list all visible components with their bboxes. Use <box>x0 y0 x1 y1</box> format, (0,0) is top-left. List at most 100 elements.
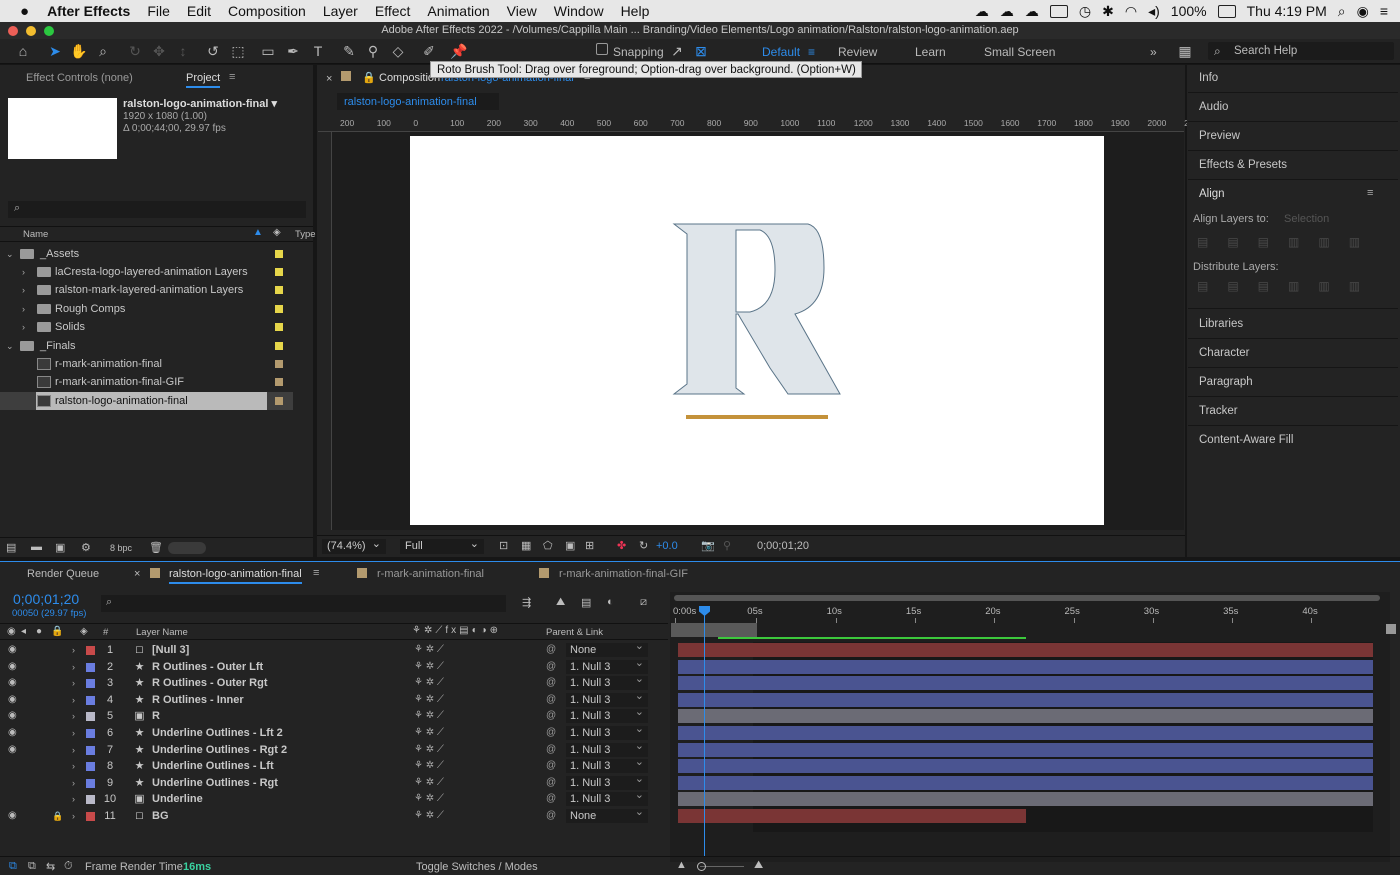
layer-duration-bar[interactable] <box>678 726 1373 740</box>
layer-row[interactable]: ◉ › 3 ★ R Outlines - Outer Rgt ⚘ ✲ ⟋ @1. Null … <box>0 672 668 691</box>
tab-r-mark-animation-final-gif[interactable]: r-mark-animation-final-GIF <box>559 568 688 580</box>
menu-window[interactable]: Window <box>554 3 604 19</box>
label-color-swatch[interactable] <box>275 268 283 276</box>
menu-animation[interactable]: Animation <box>427 3 489 19</box>
battery-icon[interactable] <box>1217 4 1236 18</box>
align-buttons[interactable]: ▤▤▤▥▥▥ <box>1197 235 1387 249</box>
close-window-button[interactable] <box>8 26 18 36</box>
layer-name[interactable]: BG <box>152 808 169 824</box>
folder-row[interactable]: ⌄ _Assets <box>0 245 293 263</box>
zoom-select[interactable]: (74.4%) ⌄ <box>322 538 386 554</box>
snapping-checkbox[interactable] <box>596 43 608 55</box>
frame-blending-icon[interactable]: ◐ <box>607 596 614 608</box>
expand-arrow-icon[interactable]: › <box>72 692 75 708</box>
interpret-footage-icon[interactable]: ▤ <box>6 541 16 554</box>
folder-row[interactable]: › Solids <box>0 318 293 336</box>
workspace-small-screen[interactable]: Small Screen <box>984 45 1055 59</box>
expand-arrow-icon[interactable]: › <box>72 708 75 724</box>
panel-preview[interactable]: Preview <box>1199 130 1240 142</box>
mask-visibility-icon[interactable]: ⬠ <box>543 539 553 552</box>
workspace-default[interactable]: Default <box>762 45 800 59</box>
clock-text[interactable]: Thu 4:19 PM <box>1247 3 1327 19</box>
layer-label-swatch[interactable] <box>86 795 95 805</box>
layer-switches[interactable]: ⚘ ✲ ⟋ <box>414 775 444 791</box>
close-tab-icon[interactable]: × <box>134 568 140 580</box>
layer-switches[interactable]: ⚘ ✲ ⟋ <box>414 791 444 807</box>
region-of-interest-icon[interactable]: ▣ <box>565 539 575 552</box>
comp-mini-flowchart-icon[interactable]: ⇶ <box>522 596 531 609</box>
layer-switches[interactable]: ⚘ ✲ ⟋ <box>414 642 444 658</box>
layer-label-swatch[interactable] <box>86 695 95 705</box>
roto-brush-tool-icon[interactable]: ✐ <box>420 42 438 60</box>
panel-info[interactable]: Info <box>1199 72 1218 84</box>
pick-whip-icon[interactable]: @ <box>546 659 556 675</box>
siri-icon[interactable]: ◉ <box>1357 3 1369 20</box>
layer-duration-bar[interactable] <box>678 692 1373 707</box>
folder-row[interactable]: › laCresta-logo-layered-animation Layers <box>0 263 293 281</box>
layer-row[interactable]: › 10 ▣ Underline ⚘ ✲ ⟋ @1. Null 3 <box>0 788 668 807</box>
sort-ascending-icon[interactable]: ▲ <box>253 227 263 238</box>
reset-exposure-icon[interactable]: ↻ <box>639 539 648 552</box>
rotation-tool-icon[interactable]: ↺ <box>204 42 222 60</box>
layer-switches[interactable]: ⚘ ✲ ⟋ <box>414 742 444 758</box>
panel-libraries[interactable]: Libraries <box>1199 318 1243 330</box>
hand-tool-icon[interactable]: ✋ <box>70 42 88 60</box>
pan-tool-icon[interactable]: ✥ <box>150 42 168 60</box>
pick-whip-icon[interactable]: @ <box>546 742 556 758</box>
adobe-icon[interactable] <box>1049 4 1068 18</box>
bit-depth-button[interactable]: 8 bpc <box>110 543 132 553</box>
comp-row[interactable]: r-mark-animation-final <box>0 355 293 373</box>
control-center-icon[interactable]: ≡ <box>1380 3 1388 19</box>
layer-label-swatch[interactable] <box>86 762 95 772</box>
layer-label-swatch[interactable] <box>86 646 95 655</box>
layer-row[interactable]: › 8 ★ Underline Outlines - Lft ⚘ ✲ ⟋ @1. Null… <box>0 755 668 774</box>
time-navigator-bar[interactable] <box>674 595 1380 601</box>
folder-row[interactable]: ⌄ _Finals <box>0 337 293 355</box>
folder-row[interactable]: › ralston-mark-layered-animation Layers <box>0 281 293 299</box>
panel-audio[interactable]: Audio <box>1199 101 1228 113</box>
expand-arrow-icon[interactable]: › <box>72 791 75 807</box>
draft-3d-icon[interactable]: ⛰ <box>556 596 565 609</box>
pen-tool-icon[interactable]: ✒ <box>284 42 302 60</box>
folder-row[interactable]: › Rough Comps <box>0 300 293 318</box>
comp-row[interactable]: r-mark-animation-final-GIF <box>0 373 293 391</box>
resolution-select[interactable]: Full ⌄ <box>400 538 484 554</box>
pick-whip-icon[interactable]: @ <box>546 758 556 774</box>
layer-label-swatch[interactable] <box>86 729 95 738</box>
layer-name[interactable]: R Outlines - Outer Rgt <box>152 675 268 691</box>
channels-icon[interactable]: ✤ <box>617 539 626 552</box>
menu-file[interactable]: File <box>147 3 170 19</box>
cloud-icon[interactable]: ☁ <box>1000 3 1014 20</box>
menu-effect[interactable]: Effect <box>375 3 411 19</box>
visibility-eye-icon[interactable]: ◉ <box>8 808 17 824</box>
layer-label-swatch[interactable] <box>86 745 95 755</box>
expand-arrow-icon[interactable]: › <box>72 808 75 824</box>
zoom-in-icon[interactable]: ⛰ <box>754 859 763 872</box>
layer-name[interactable]: Underline Outlines - Rgt <box>152 775 278 791</box>
pick-whip-icon[interactable]: @ <box>546 692 556 708</box>
expand-arrow-icon[interactable]: › <box>22 318 25 336</box>
layer-row[interactable]: ◉ › 4 ★ R Outlines - Inner ⚘ ✲ ⟋ @1. Null 3 <box>0 689 668 708</box>
layer-switches[interactable]: ⚘ ✲ ⟋ <box>414 758 444 774</box>
viewer-timecode[interactable]: 0;00;01;20 <box>757 540 809 552</box>
pick-whip-icon[interactable]: @ <box>546 642 556 658</box>
layer-switches[interactable]: ⚘ ✲ ⟋ <box>414 692 444 708</box>
visibility-eye-icon[interactable]: ◉ <box>8 725 17 741</box>
layer-name[interactable]: Underline Outlines - Lft <box>152 758 274 774</box>
thumbnail-size-slider[interactable] <box>168 542 206 554</box>
layer-name[interactable]: R Outlines - Inner <box>152 692 244 708</box>
tab-r-mark-animation-final[interactable]: r-mark-animation-final <box>377 568 484 580</box>
label-color-swatch[interactable] <box>275 286 283 294</box>
volume-icon[interactable]: ◂) <box>1148 3 1160 20</box>
video-switch-icon[interactable]: ◉ <box>7 626 16 637</box>
eraser-tool-icon[interactable]: ◇ <box>389 42 407 60</box>
label-color-swatch[interactable] <box>275 378 283 386</box>
pick-whip-icon[interactable]: @ <box>546 675 556 691</box>
panel-align-title[interactable]: Align <box>1199 188 1225 200</box>
project-settings-icon[interactable]: ⚙ <box>81 541 91 554</box>
layer-name[interactable]: R Outlines - Outer Lft <box>152 659 263 675</box>
search-help-field[interactable]: ⌕ Search Help <box>1208 42 1394 60</box>
visibility-eye-icon[interactable]: ◉ <box>8 675 17 691</box>
visibility-eye-icon[interactable]: ◉ <box>8 659 17 675</box>
layer-duration-bar[interactable] <box>678 659 1373 674</box>
